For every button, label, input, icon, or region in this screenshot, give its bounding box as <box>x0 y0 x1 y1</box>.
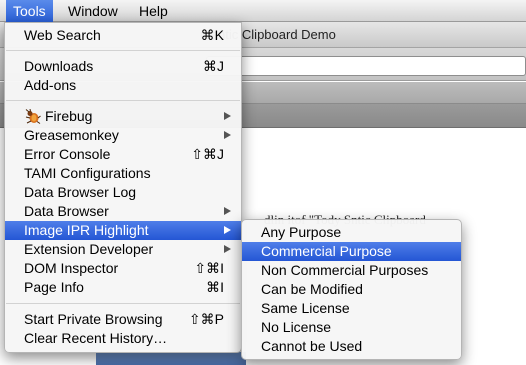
menu-item-label: DOM Inspector <box>24 260 119 276</box>
submenu-arrow-icon <box>224 112 231 120</box>
menu-item-start-private-browsing[interactable]: Start Private Browsing ⇧⌘P <box>5 310 241 329</box>
menu-item-label: Clear Recent History… <box>24 330 168 346</box>
menu-item-label: Data Browser <box>24 203 109 219</box>
menu-item-error-console[interactable]: Error Console ⇧⌘J <box>5 145 241 164</box>
menu-item-shortcut: ⇧⌘I <box>194 260 224 276</box>
url-bar[interactable] <box>206 56 526 76</box>
menu-item-extension-developer[interactable]: Extension Developer <box>5 240 241 259</box>
submenu-arrow-icon <box>224 207 231 215</box>
menu-item-downloads[interactable]: Downloads ⌘J <box>5 57 241 76</box>
submenu-item-cannot-be-used[interactable]: Cannot be Used <box>242 337 461 356</box>
submenu-item-non-commercial-purposes[interactable]: Non Commercial Purposes <box>242 261 461 280</box>
menu-item-label: No License <box>261 319 332 335</box>
menu-item-data-browser-log[interactable]: Data Browser Log <box>5 183 241 202</box>
menu-item-shortcut: ⇧⌘P <box>188 311 224 327</box>
submenu-arrow-icon <box>224 131 231 139</box>
menu-item-shortcut: ⇧⌘J <box>191 146 224 162</box>
menu-item-label: Firebug <box>45 108 93 124</box>
menu-bar: Tools Window Help <box>0 0 526 22</box>
submenu-arrow-icon <box>224 245 231 253</box>
menu-item-shortcut: ⌘I <box>206 279 224 295</box>
menu-item-page-info[interactable]: Page Info ⌘I <box>5 278 241 297</box>
menu-separator <box>6 303 240 304</box>
menu-item-label: Error Console <box>24 146 111 162</box>
menu-item-label: Web Search <box>24 27 101 43</box>
menu-item-label: Commercial Purpose <box>261 243 392 259</box>
submenu-item-any-purpose[interactable]: Any Purpose <box>242 223 461 242</box>
tools-menu: Web Search ⌘K Downloads ⌘J Add-ons Fireb… <box>4 22 242 353</box>
menu-item-label: Cannot be Used <box>261 338 363 354</box>
menu-item-dom-inspector[interactable]: DOM Inspector ⇧⌘I <box>5 259 241 278</box>
menubar-window[interactable]: Window <box>61 0 125 22</box>
menu-item-image-ipr-highlight[interactable]: Image IPR Highlight <box>5 221 241 240</box>
menu-item-label: Start Private Browsing <box>24 311 163 327</box>
menu-item-label: Data Browser Log <box>24 184 137 200</box>
menu-item-firebug[interactable]: Firebug <box>5 107 241 126</box>
menu-item-add-ons[interactable]: Add-ons <box>5 76 241 95</box>
menu-item-label: Page Info <box>24 279 84 295</box>
menu-item-label: Greasemonkey <box>24 127 119 143</box>
menu-item-label: Can be Modified <box>261 281 363 297</box>
menu-item-label: Any Purpose <box>261 224 342 240</box>
page-image <box>96 352 246 365</box>
menu-item-shortcut: ⌘K <box>200 27 224 43</box>
menu-item-shortcut: ⌘J <box>203 58 224 74</box>
submenu-item-can-be-modified[interactable]: Can be Modified <box>242 280 461 299</box>
menu-item-data-browser[interactable]: Data Browser <box>5 202 241 221</box>
menu-item-label: Downloads <box>24 58 94 74</box>
menu-item-label: TAMI Configurations <box>24 165 151 181</box>
menubar-tools[interactable]: Tools <box>6 0 53 22</box>
submenu-item-commercial-purpose[interactable]: Commercial Purpose <box>242 242 461 261</box>
submenu-item-same-license[interactable]: Same License <box>242 299 461 318</box>
menu-item-label: Extension Developer <box>24 241 154 257</box>
ipr-submenu: Any Purpose Commercial Purpose Non Comme… <box>241 219 462 360</box>
menu-item-clear-recent-history[interactable]: Clear Recent History… <box>5 329 241 348</box>
firebug-icon <box>25 109 41 124</box>
menubar-help[interactable]: Help <box>132 0 175 22</box>
menu-item-label: Add-ons <box>24 77 77 93</box>
menu-separator <box>6 100 240 101</box>
menu-item-label: Non Commercial Purposes <box>261 262 429 278</box>
menu-separator <box>6 50 240 51</box>
menu-item-tami-configurations[interactable]: TAMI Configurations <box>5 164 241 183</box>
submenu-item-no-license[interactable]: No License <box>242 318 461 337</box>
submenu-arrow-icon <box>224 226 231 234</box>
menu-item-greasemonkey[interactable]: Greasemonkey <box>5 126 241 145</box>
menu-item-label: Image IPR Highlight <box>24 222 149 238</box>
menu-item-web-search[interactable]: Web Search ⌘K <box>5 26 241 45</box>
menu-item-label: Same License <box>261 300 350 316</box>
